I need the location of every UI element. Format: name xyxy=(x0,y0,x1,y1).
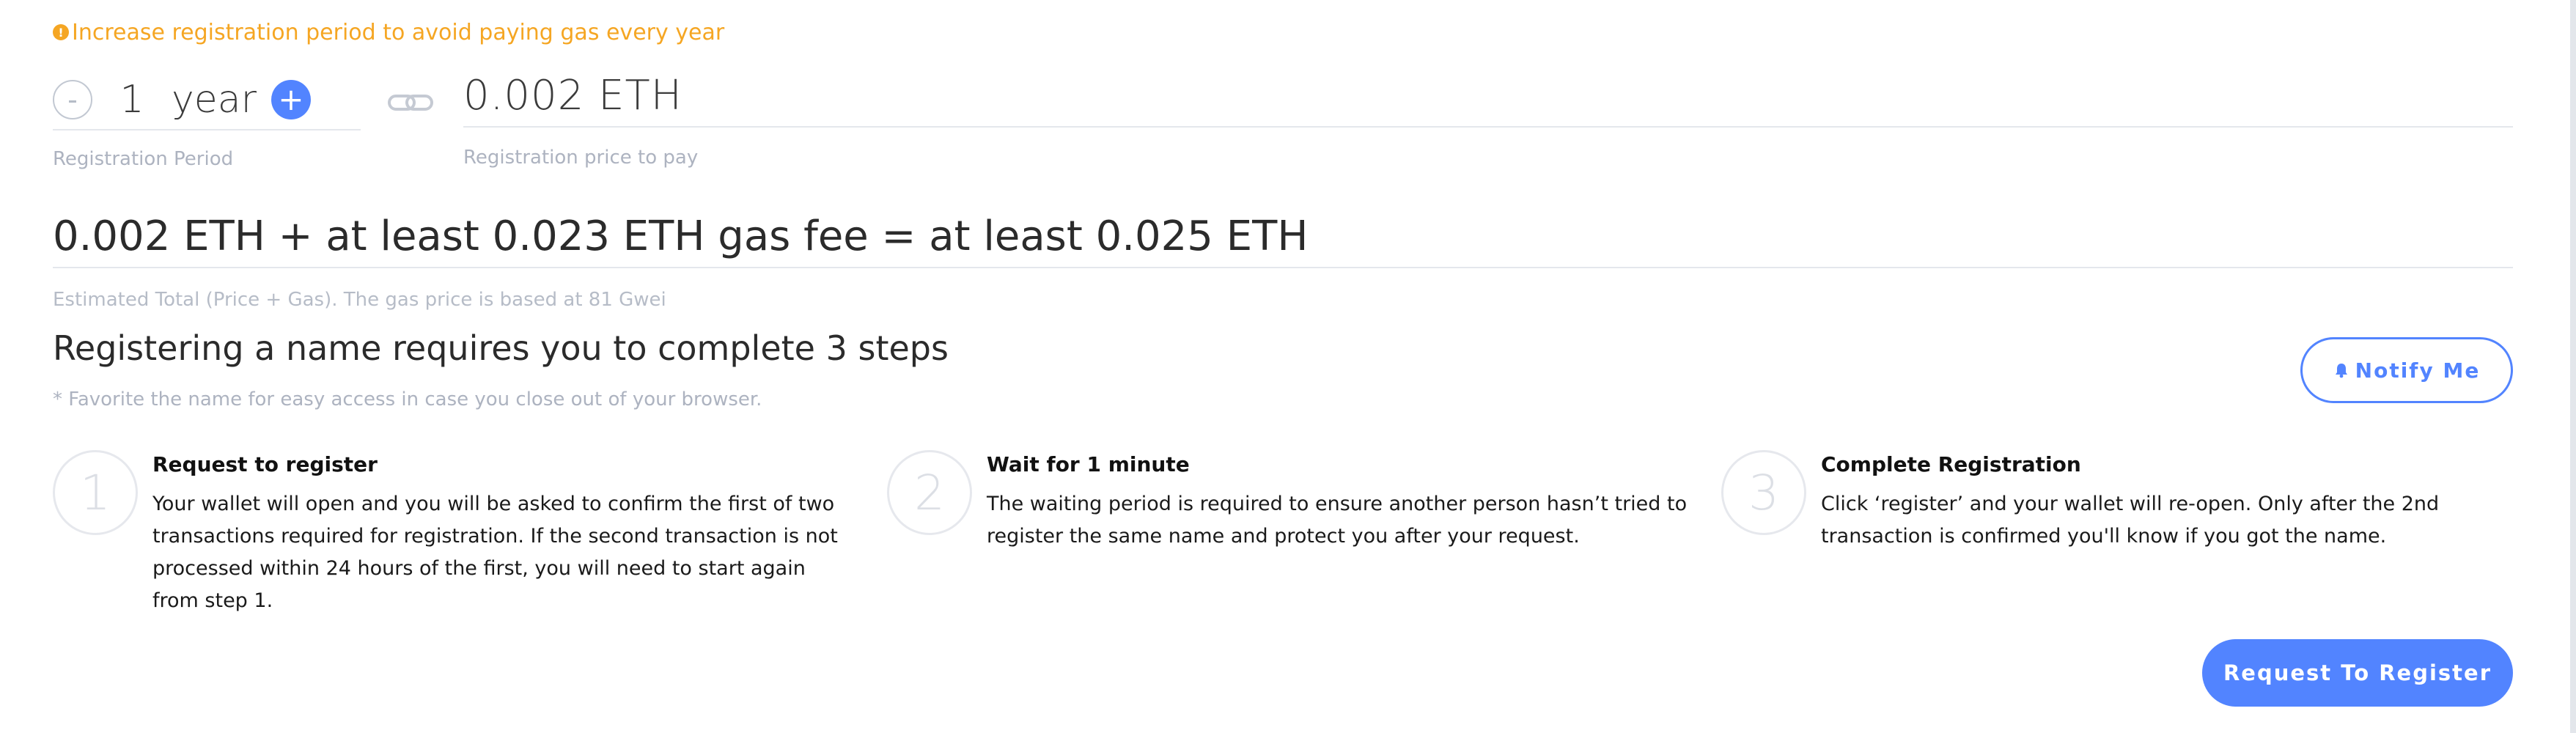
step-1-body: Request to register Your wallet will ope… xyxy=(152,450,856,617)
step-number-2: 2 xyxy=(887,450,972,535)
chain-link-icon xyxy=(388,95,433,111)
gas-warning-text: Increase registration period to avoid pa… xyxy=(72,19,725,45)
step-1-title: Request to register xyxy=(152,452,378,476)
estimated-total-label: Estimated Total (Price + Gas). The gas p… xyxy=(53,289,666,311)
period-value: 1 xyxy=(119,78,144,122)
registration-price: 0.002 ETH xyxy=(463,65,2513,128)
decrease-period-button[interactable]: - xyxy=(53,80,92,119)
increase-period-button[interactable]: + xyxy=(271,80,311,119)
notify-me-button[interactable]: Notify Me xyxy=(2300,337,2513,403)
registration-period-label: Registration Period xyxy=(53,148,234,170)
registration-price-label: Registration price to pay xyxy=(463,147,699,169)
steps-title: Registering a name requires you to compl… xyxy=(53,328,949,368)
step-3-title: Complete Registration xyxy=(1821,452,2081,476)
notify-me-label: Notify Me xyxy=(2355,358,2481,383)
period-unit: year xyxy=(172,78,257,122)
estimated-total: 0.002 ETH + at least 0.023 ETH gas fee =… xyxy=(53,205,2513,268)
step-3-description: Click ‘register’ and your wallet will re… xyxy=(1821,493,2440,548)
step-2-body: Wait for 1 minute The waiting period is … xyxy=(987,450,1690,553)
step-1-description: Your wallet will open and you will be as… xyxy=(152,493,838,612)
total-value: 0.002 ETH + at least 0.023 ETH gas fee =… xyxy=(53,212,1309,260)
warning-icon: ! xyxy=(53,24,69,40)
request-to-register-button[interactable]: Request To Register xyxy=(2202,639,2513,707)
registration-period-control: - 1 year + xyxy=(53,70,361,130)
favorite-note: * Favorite the name for easy access in c… xyxy=(53,388,762,410)
step-number-1: 1 xyxy=(53,450,138,535)
scrollbar[interactable] xyxy=(2570,0,2576,733)
price-value: 0.002 ETH xyxy=(463,71,682,119)
registration-page: ! Increase registration period to avoid … xyxy=(0,0,2576,733)
bell-icon xyxy=(2335,364,2347,378)
step-3-body: Complete Registration Click ‘register’ a… xyxy=(1821,450,2525,553)
step-2-description: The waiting period is required to ensure… xyxy=(987,493,1688,548)
step-number-3: 3 xyxy=(1721,450,1806,535)
step-2-title: Wait for 1 minute xyxy=(987,452,1190,476)
gas-warning: ! Increase registration period to avoid … xyxy=(53,16,724,48)
